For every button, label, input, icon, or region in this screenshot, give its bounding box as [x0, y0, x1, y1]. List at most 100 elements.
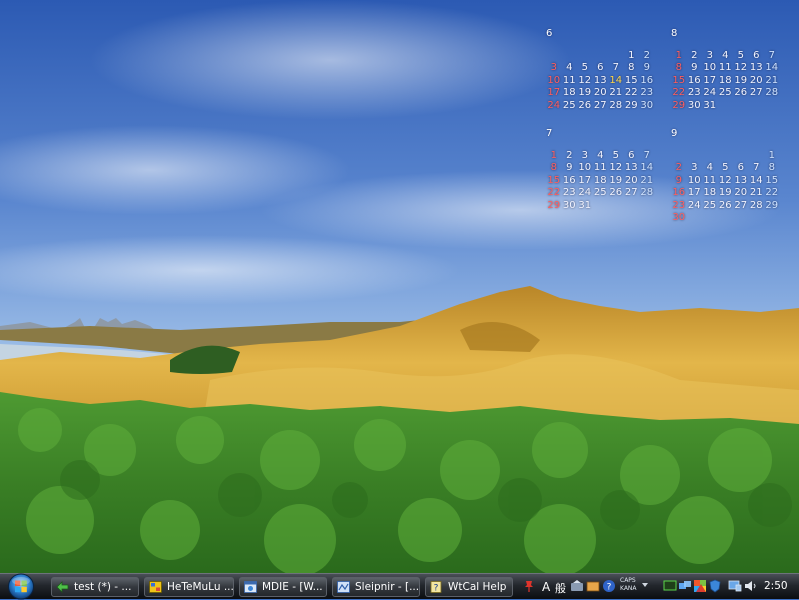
calendar-day: 11 [718, 62, 732, 74]
display-icon[interactable] [728, 579, 742, 593]
calendar-day: 1 [768, 150, 775, 161]
calendar-day: 27 [624, 187, 638, 199]
ime-options-icon[interactable] [640, 579, 650, 593]
calendar-day: 15 [765, 174, 779, 186]
calendar-day: 12 [609, 162, 623, 174]
security-shield-icon[interactable] [693, 579, 707, 593]
clock[interactable]: 2:50 [764, 580, 788, 592]
calendar-day-grid: 1 2 3 4 5 6 7 8 9 10 11 12 13 14 15 16 17 18 19 20 21 22 23 24 2… [546, 50, 655, 112]
calendar-day: 20 [749, 74, 763, 86]
calendar-day: 6 [737, 162, 744, 174]
calendar-blank-cell [671, 150, 687, 162]
taskbar-button-hetemulu[interactable]: HeTeMuLu ... [144, 577, 234, 597]
mdie-browser-icon [244, 581, 257, 593]
calendar-day: 10 [578, 162, 592, 174]
calendar-day: 3 [550, 62, 557, 74]
volume-icon[interactable] [743, 579, 757, 593]
defender-icon[interactable] [708, 579, 722, 593]
taskbar-button-wtcal-help[interactable]: ? WtCal Help [425, 577, 513, 597]
calendar-day: 29 [672, 99, 686, 111]
calendar-day: 5 [581, 62, 588, 74]
calendar-day: 31 [578, 199, 592, 211]
calendar-day: 24 [703, 87, 717, 99]
calendar-day: 8 [768, 162, 775, 174]
svg-text:?: ? [434, 584, 439, 594]
calendar-day: 30 [640, 99, 654, 111]
calendar-day: 10 [687, 174, 701, 186]
taskbar-button-label: Sleipnir - [... [355, 581, 420, 593]
calendar-day: 15 [547, 174, 561, 186]
calendar-day: 30 [562, 199, 576, 211]
calendar-day: 16 [672, 187, 686, 199]
calendar-day: 25 [703, 199, 717, 211]
taskbar-button-sleipnir[interactable]: Sleipnir - [... [332, 577, 420, 597]
calendar-day: 19 [609, 174, 623, 186]
calendar-day: 4 [722, 50, 729, 61]
calendar-day: 5 [612, 150, 619, 161]
calendar-day: 2 [566, 150, 573, 161]
calendar-day: 7 [612, 62, 619, 74]
ime-toolbar-icon[interactable] [570, 579, 584, 593]
calendar-day: 17 [578, 174, 592, 186]
calendar-day: 10 [703, 62, 717, 74]
calendar-day-grid: 1 2 3 4 5 6 7 8 9 10 11 12 13 14 15 16 17 18 19 20 21 22 23 24 2… [671, 150, 780, 224]
calendar-day: 13 [624, 162, 638, 174]
ime-kanji-indicator[interactable]: 般 [555, 580, 566, 596]
calendar-day: 18 [562, 87, 576, 99]
calendar-day: 25 [562, 99, 576, 111]
taskbar-button-test[interactable]: test (*) - ... [51, 577, 139, 597]
calendar-day-grid: 1 2 3 4 5 6 7 8 9 10 11 12 13 14 15 16 17 18 19 20 21 22 23 24 2… [546, 150, 655, 212]
calendar-day: 22 [765, 187, 779, 199]
desktop[interactable]: 6 1 2 3 4 5 6 7 8 9 10 11 12 13 14 15 16 17 18 19 20 21 22 23 2… [0, 0, 799, 573]
calendar-day: 11 [593, 162, 607, 174]
calendar-day: 12 [718, 174, 732, 186]
calendar-blank-cell [593, 50, 609, 62]
calendar-blank-cell [687, 150, 703, 162]
calendar-day: 1 [675, 50, 682, 61]
calendar-day: 10 [547, 74, 561, 86]
calendar-day: 30 [687, 99, 701, 111]
calendar-month-label: 6 [546, 28, 553, 39]
ime-mode-indicator[interactable]: A [542, 580, 550, 594]
calendar-day: 20 [593, 87, 607, 99]
calendar-day: 24 [687, 199, 701, 211]
calendar-day: 29 [624, 99, 638, 111]
calendar-day: 11 [562, 74, 576, 86]
calendar-blank-cell [577, 50, 593, 62]
network-icon[interactable] [678, 579, 692, 593]
calendar-blank-cell [718, 150, 734, 162]
taskbar-button-mdie[interactable]: MDIE - [W... [239, 577, 327, 597]
calendar-day: 3 [581, 150, 588, 161]
calendar-day: 14 [640, 162, 654, 174]
hetemulu-app-icon [149, 581, 162, 593]
calendar-day: 16 [640, 74, 654, 86]
notification-area: A 般 ? CAPS KANA 2:50 [517, 576, 799, 598]
calendar-day: 27 [593, 99, 607, 111]
calendar-day: 12 [734, 62, 748, 74]
calendar-day: 9 [643, 62, 650, 74]
calendar-day: 4 [706, 162, 713, 174]
start-orb-icon[interactable] [6, 573, 36, 600]
calendar-day: 14 [765, 62, 779, 74]
calendar-day: 15 [624, 74, 638, 86]
calendar-day: 2 [691, 50, 698, 61]
calendar-day: 2 [675, 162, 682, 174]
calendar-day: 20 [734, 187, 748, 199]
calendar-day: 30 [672, 211, 686, 223]
kana-lock-indicator: KANA [620, 585, 637, 592]
calendar-day: 24 [578, 187, 592, 199]
calendar-day: 23 [687, 87, 701, 99]
calendar-day: 26 [609, 187, 623, 199]
calendar-day: 18 [593, 174, 607, 186]
calendar-day: 19 [734, 74, 748, 86]
dictionary-icon[interactable] [586, 579, 600, 593]
calendar-day: 6 [753, 50, 760, 61]
help-circle-icon[interactable]: ? [602, 579, 616, 593]
calendar-day: 9 [691, 62, 698, 74]
calendar-day: 8 [550, 162, 557, 174]
calendar-day: 15 [672, 74, 686, 86]
calendar-day: 17 [687, 187, 701, 199]
pin-icon[interactable] [522, 579, 536, 593]
calendar-day: 12 [578, 74, 592, 86]
screen-monitor-icon[interactable] [663, 579, 677, 593]
